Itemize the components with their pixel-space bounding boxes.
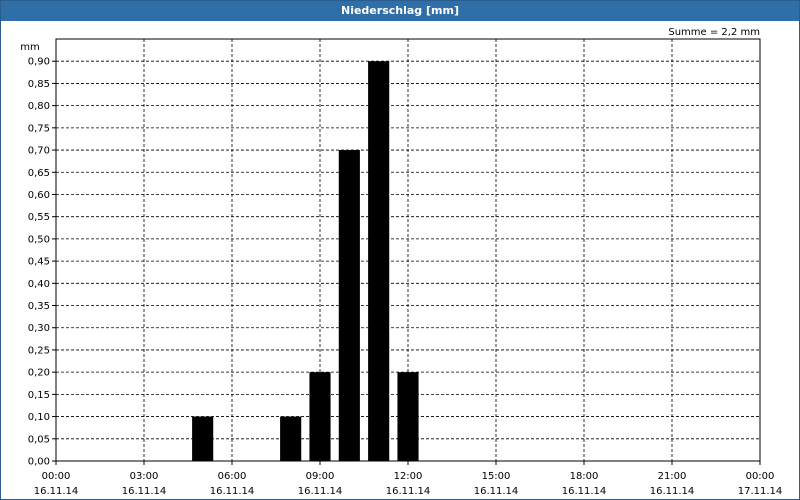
x-tick-date: 17.11.14 [738,486,783,497]
y-tick-label: 0,30 [28,323,50,334]
x-tick-date: 16.11.14 [122,486,167,497]
x-tick-time: 21:00 [658,471,687,482]
x-tick-time: 06:00 [218,471,247,482]
y-tick-label: 0,65 [28,168,50,179]
y-tick-label: 0,60 [28,190,50,201]
x-tick-date: 16.11.14 [562,486,607,497]
y-tick-label: 0,55 [28,212,50,223]
y-axis-label: mm [20,42,39,53]
precipitation-bar [309,372,331,461]
y-tick-label: 0,05 [28,434,50,445]
x-tick-time: 00:00 [746,471,775,482]
precipitation-bar [368,61,390,462]
y-tick-label: 0,80 [28,101,50,112]
x-tick-time: 09:00 [306,471,335,482]
y-tick-label: 0,90 [28,57,50,68]
y-tick-label: 0,85 [28,79,50,90]
x-tick-time: 18:00 [570,471,599,482]
x-tick-date: 16.11.14 [386,486,431,497]
y-tick-label: 0,00 [28,457,50,468]
sum-annotation: Summe = 2,2 mm [668,27,760,38]
x-tick-time: 12:00 [394,471,423,482]
x-tick-date: 16.11.14 [34,486,79,497]
y-tick-label: 0,75 [28,123,50,134]
x-tick-time: 00:00 [42,471,71,482]
x-tick-date: 16.11.14 [210,486,255,497]
y-tick-label: 0,35 [28,301,50,312]
x-tick-date: 16.11.14 [474,486,519,497]
x-tick-date: 16.11.14 [650,486,695,497]
precipitation-bar [280,416,302,461]
x-tick-time: 15:00 [482,471,511,482]
x-axis-ticks: 00:00 16.11.14 03:00 16.11.14 06:00 16.11.14 0… [34,461,783,497]
y-tick-label: 0,70 [28,146,50,157]
y-tick-label: 0,15 [28,390,50,401]
y-tick-label: 0,25 [28,345,50,356]
y-tick-label: 0,40 [28,279,50,290]
precipitation-bar [192,416,214,461]
y-tick-label: 0,50 [28,234,50,245]
y-tick-label: 0,20 [28,368,50,379]
precipitation-bar [397,372,419,461]
x-tick-date: 16.11.14 [298,486,343,497]
precipitation-chart: 0,00 0,05 0,10 0,15 0,20 0,25 0,30 0,35 0,40 0,45… [20,27,783,497]
x-tick-time: 03:00 [130,471,159,482]
y-tick-label: 0,10 [28,412,50,423]
precipitation-bar [338,150,360,462]
y-axis-ticks: 0,00 0,05 0,10 0,15 0,20 0,25 0,30 0,35 0,40 0,45… [28,57,56,468]
y-tick-label: 0,45 [28,257,50,268]
